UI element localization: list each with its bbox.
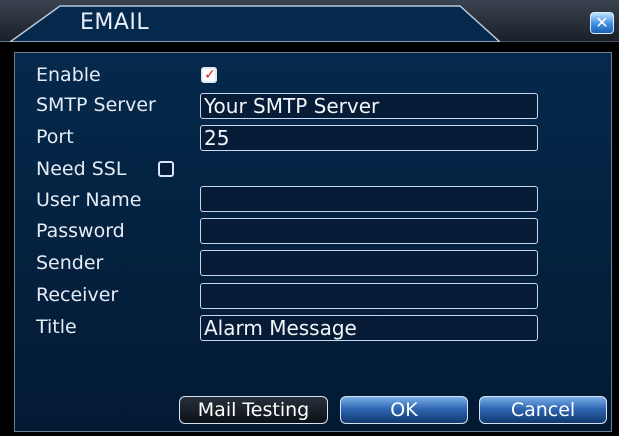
user-name-label: User Name	[36, 189, 142, 211]
sender-label: Sender	[36, 252, 104, 274]
port-field[interactable]: 25	[200, 125, 538, 151]
receiver-field[interactable]	[200, 283, 538, 309]
enable-checkbox[interactable]: ✓	[201, 67, 217, 83]
checkmark-icon: ✓	[204, 67, 216, 83]
need-ssl-checkbox[interactable]	[158, 161, 174, 177]
email-dialog: EMAIL ✕ Enable ✓ SMTP Server Your SMTP S…	[0, 0, 619, 436]
dialog-title: EMAIL	[80, 10, 150, 35]
close-icon: ✕	[595, 13, 609, 32]
need-ssl-label: Need SSL	[36, 158, 127, 180]
mail-testing-button[interactable]: Mail Testing	[179, 396, 328, 424]
port-label: Port	[36, 126, 74, 148]
user-name-field[interactable]	[200, 186, 538, 212]
cancel-button[interactable]: Cancel	[479, 396, 607, 424]
smtp-server-label: SMTP Server	[36, 94, 156, 116]
title-label: Title	[36, 316, 77, 338]
receiver-label: Receiver	[36, 284, 119, 306]
enable-label: Enable	[36, 64, 101, 86]
smtp-server-field[interactable]: Your SMTP Server	[200, 93, 538, 119]
title-bar: EMAIL ✕	[0, 0, 619, 42]
title-field[interactable]: Alarm Message	[200, 315, 538, 341]
close-button[interactable]: ✕	[590, 12, 614, 34]
sender-field[interactable]	[200, 250, 538, 276]
password-field[interactable]	[200, 218, 538, 244]
password-label: Password	[36, 220, 125, 242]
ok-button[interactable]: OK	[340, 396, 468, 424]
